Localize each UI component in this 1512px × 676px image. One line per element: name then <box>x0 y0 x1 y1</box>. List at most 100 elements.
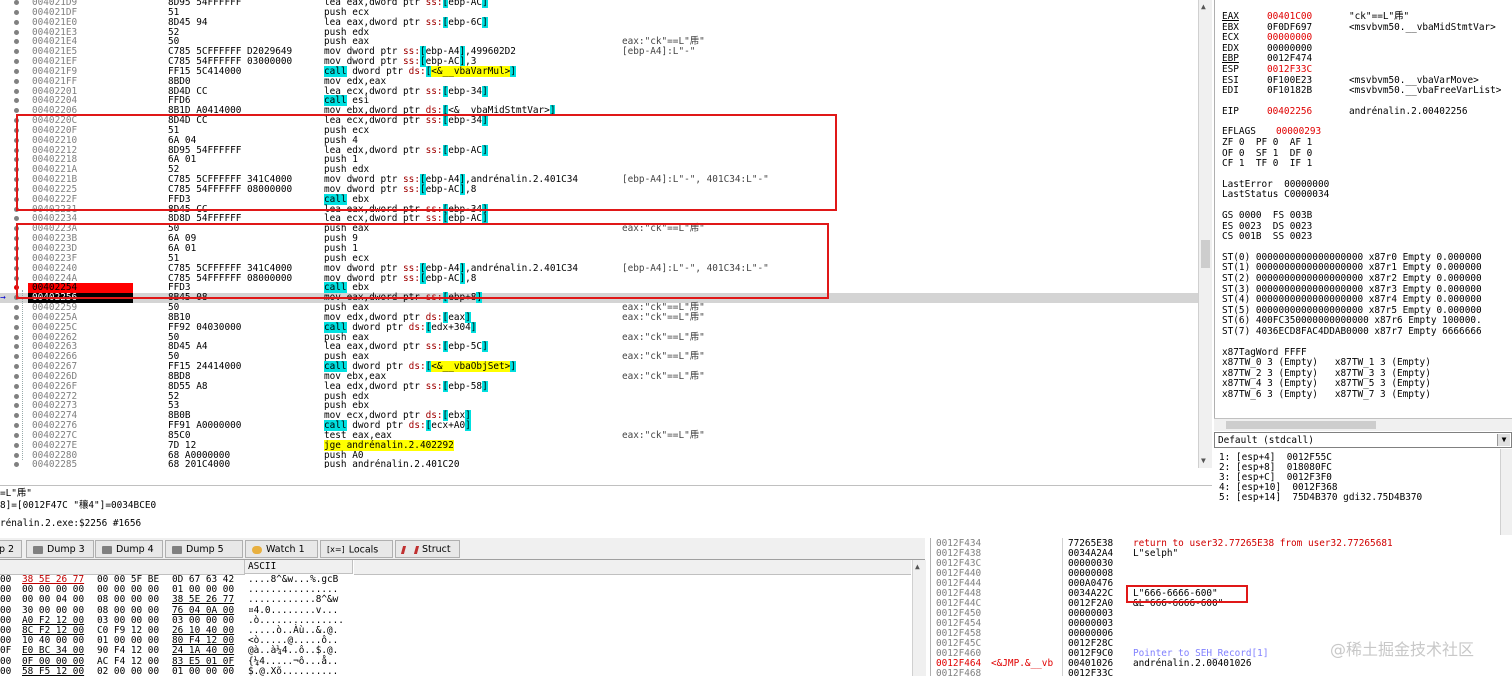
disasm-row[interactable]: 004021D9 8D95 54FFFFFF lea eax,dword ptr s… <box>0 0 1198 8</box>
disasm-row[interactable]: 0040226F 8D55 A8 lea edx,dword ptr ss:[ebp… <box>0 380 1198 392</box>
flags-line[interactable]: OF 0 SF 1 DF 0 <box>1222 148 1312 159</box>
register-eax[interactable]: EAX 00401C00 "ck"==L"乕" <box>1222 12 1512 22</box>
tab-p-2[interactable]: p 2 <box>0 540 22 558</box>
stack-row[interactable]: 0012F454 00000003 <box>931 619 1501 629</box>
disasm-row[interactable]: 004021E0 8D45 94 lea eax,dword ptr ss:[ebp… <box>0 16 1198 28</box>
breakpoint-dot[interactable] <box>14 59 19 65</box>
fpu-st-line[interactable]: ST(7) 4036ECD8FAC4DDAB0000 x87r7 Empty 6… <box>1222 327 1482 337</box>
tab-locals[interactable]: [x=] Locals <box>320 540 393 558</box>
x87-tag-line[interactable]: x87TagWord FFFF <box>1222 347 1307 358</box>
tab-dump-4[interactable]: Dump 4 <box>95 540 163 558</box>
stack-args-scrollbar[interactable] <box>1500 449 1512 535</box>
dump-panel[interactable]: ASCII 00 38 5E 26 77 00 00 5F BE 0D 67 63 4… <box>0 560 925 676</box>
register-ecx[interactable]: ECX 00000000 <box>1222 33 1512 43</box>
tab-watch-1[interactable]: Watch 1 <box>245 540 318 558</box>
disasm-row[interactable]: 00402285 68 201C4000 push andrénalin.2.401… <box>0 460 1198 468</box>
breakpoint-dot[interactable] <box>14 413 19 419</box>
disasm-row[interactable]: 0040225C FF92 04030000 call dword ptr ds:[… <box>0 321 1198 333</box>
breakpoint-dot[interactable] <box>14 344 19 350</box>
registers-hscroll-thumb[interactable] <box>1226 421 1376 429</box>
stack-row[interactable]: 0012F438 0034A2A4 L"selph" <box>931 549 1501 559</box>
segment-line[interactable]: ES 0023 DS 0023 <box>1222 221 1312 232</box>
register-value[interactable]: 00000000 <box>1267 33 1312 43</box>
fpu-st-line[interactable]: ST(0) 0000000000000000000 x87r0 Empty 0.… <box>1222 252 1482 263</box>
breakpoint-dot[interactable] <box>14 68 19 74</box>
fpu-st-line[interactable]: ST(1) 0000000000000000000 x87r1 Empty 0.… <box>1222 263 1482 273</box>
breakpoint-dot[interactable] <box>14 216 19 222</box>
tab-dump-3[interactable]: Dump 3 <box>26 540 94 558</box>
scroll-up-icon[interactable]: ▲ <box>915 562 920 571</box>
disasm-row[interactable]: 004021E3 52 push edx <box>0 27 1198 38</box>
breakpoint-dot[interactable] <box>14 29 19 35</box>
breakpoint-dot[interactable] <box>14 0 19 5</box>
breakpoint-dot[interactable] <box>14 373 19 379</box>
disasm-row[interactable]: 00402272 52 push edx <box>0 391 1198 402</box>
x87-tag-line[interactable]: x87TW_6 3 (Empty) x87TW_7 3 (Empty) <box>1222 390 1431 400</box>
segment-line[interactable]: GS 0000 FS 003B <box>1222 211 1312 221</box>
dump-scrollbar[interactable]: ▲ <box>912 560 926 676</box>
breakpoint-dot[interactable] <box>14 354 19 360</box>
register-value[interactable]: 00000293 <box>1276 127 1321 137</box>
breakpoint-dot[interactable] <box>14 305 19 311</box>
tab-struct[interactable]: Struct <box>395 540 460 558</box>
breakpoint-dot[interactable] <box>14 403 19 409</box>
register-eip[interactable]: EIP 00402256 andrénalin.2.00402256 <box>1222 106 1512 117</box>
register-ebx[interactable]: EBX 0F0DF697 <msvbvm50.__vbaMidStmtVar> <box>1222 22 1512 33</box>
last-error-line[interactable]: LastError 00000000 <box>1222 179 1329 190</box>
breakpoint-dot[interactable] <box>14 452 19 458</box>
calling-convention-select[interactable]: Default (stdcall) ▼ <box>1214 432 1512 448</box>
fpu-st-line[interactable]: ST(4) 0000000000000000000 x87r4 Empty 0.… <box>1222 295 1482 305</box>
fpu-st-line[interactable]: ST(5) 0000000000000000000 x87r5 Empty 0.… <box>1222 305 1482 316</box>
flags-line[interactable]: ZF 0 PF 0 AF 1 <box>1222 138 1312 148</box>
breakpoint-dot[interactable] <box>14 98 19 104</box>
breakpoint-dot[interactable] <box>14 442 19 448</box>
disassembly-scrollbar[interactable]: ▲ ▼ <box>1198 0 1212 468</box>
breakpoint-dot[interactable] <box>14 88 19 94</box>
chevron-down-icon[interactable]: ▼ <box>1497 434 1510 446</box>
stack-row[interactable]: 0012F464 <&JMP.&__vb 00401026 andrénalin.2.… <box>931 659 1501 669</box>
segment-line[interactable]: CS 001B SS 0023 <box>1222 232 1312 242</box>
register-eflags[interactable]: EFLAGS 00000293 <box>1222 127 1512 137</box>
register-edi[interactable]: EDI 0F10182B <msvbvm50.__vbaFreeVarList> <box>1222 86 1512 96</box>
register-value[interactable]: 0F100E23 <box>1267 75 1312 86</box>
stack-arg-line[interactable]: 5: [esp+14] 75D4B370 gdi32.75D4B370 <box>1219 492 1422 503</box>
breakpoint-dot[interactable] <box>14 19 19 25</box>
fpu-st-line[interactable]: ST(2) 0000000000000000000 x87r2 Empty 0.… <box>1222 274 1482 284</box>
breakpoint-dot[interactable] <box>14 324 19 330</box>
breakpoint-dot[interactable] <box>14 383 19 389</box>
registers-hscrollbar[interactable] <box>1214 418 1512 431</box>
register-value[interactable]: 0012F474 <box>1267 54 1312 64</box>
register-esi[interactable]: ESI 0F100E23 <msvbvm50.__vbaVarMove> <box>1222 75 1512 86</box>
stack-row[interactable]: 0012F450 00000003 <box>931 609 1501 619</box>
register-value[interactable]: 0F10182B <box>1267 86 1312 96</box>
breakpoint-dot[interactable] <box>14 78 19 84</box>
scroll-up-icon[interactable]: ▲ <box>1201 2 1206 11</box>
breakpoint-dot[interactable] <box>14 432 19 438</box>
register-value[interactable]: 0F0DF697 <box>1267 22 1312 33</box>
stack-row[interactable]: 0012F440 00000008 <box>931 569 1501 579</box>
breakpoint-dot[interactable] <box>14 108 19 114</box>
flags-line[interactable]: CF 1 TF 0 IF 1 <box>1222 159 1312 169</box>
x87-tag-line[interactable]: x87TW_4 3 (Empty) x87TW_5 3 (Empty) <box>1222 379 1431 389</box>
register-value[interactable]: 00402256 <box>1267 106 1312 117</box>
breakpoint-dot[interactable] <box>14 462 19 468</box>
scroll-down-icon[interactable]: ▼ <box>1201 456 1206 465</box>
breakpoint-dot[interactable] <box>14 314 19 320</box>
dump-row[interactable]: 00 58 F5 12 00 02 00 00 00 01 00 00 00 $.@.X… <box>0 666 911 676</box>
stack-row[interactable]: 0012F43C 00000030 <box>931 559 1501 569</box>
x87-tag-line[interactable]: x87TW_0 3 (Empty) x87TW_1 3 (Empty) <box>1222 358 1431 368</box>
registers-panel[interactable]: EAX 00401C00 "ck"==L"乕" EBX 0F0DF697 <msvbvm5… <box>1214 0 1512 420</box>
disasm-row[interactable]: 00402263 8D45 A4 lea eax,dword ptr ss:[ebp… <box>0 341 1198 353</box>
register-esp[interactable]: ESP 0012F33C <box>1222 65 1512 75</box>
x87-tag-line[interactable]: x87TW_2 3 (Empty) x87TW_3 3 (Empty) <box>1222 368 1431 379</box>
register-value[interactable]: 00000000 <box>1267 43 1312 54</box>
register-edx[interactable]: EDX 00000000 <box>1222 43 1512 54</box>
disassembly-panel[interactable]: 004021D9 8D95 54FFFFFF lea eax,dword ptr s… <box>0 0 1198 468</box>
breakpoint-dot[interactable] <box>14 334 19 340</box>
breakpoint-dot[interactable] <box>14 9 19 15</box>
breakpoint-dot[interactable] <box>14 423 19 429</box>
fpu-st-line[interactable]: ST(6) 400FC350000000000000 x87r6 Empty 1… <box>1222 316 1482 326</box>
last-error-line[interactable]: LastStatus C0000034 <box>1222 190 1329 200</box>
disassembly-scroll-thumb[interactable] <box>1201 240 1210 268</box>
breakpoint-dot[interactable] <box>14 49 19 55</box>
